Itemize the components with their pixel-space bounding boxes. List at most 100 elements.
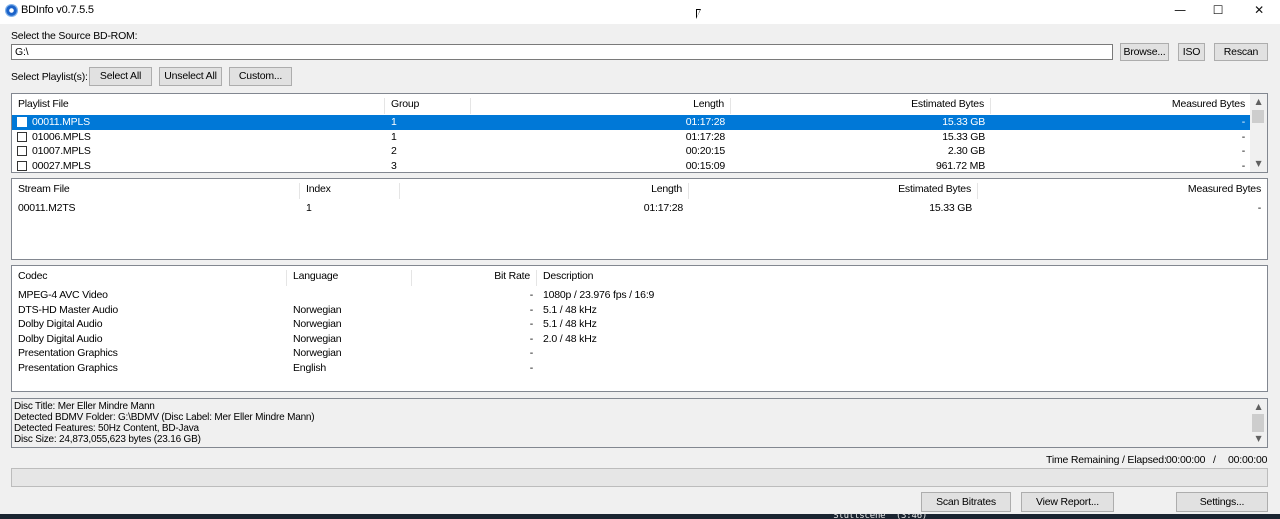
codec-table[interactable]: Codec Language Bit Rate Description MPEG… <box>11 265 1268 392</box>
codec-row[interactable]: DTS-HD Master Audio Norwegian - 5.1 / 48… <box>12 303 1267 318</box>
playlist-row[interactable]: 00011.MPLS 1 01:17:28 15.33 GB - <box>12 115 1250 130</box>
chevron-down-icon[interactable]: ▼ <box>1250 432 1267 446</box>
codec-description: 1080p / 23.976 fps / 16:9 <box>543 289 655 301</box>
playlist-group: 1 <box>391 116 397 128</box>
disc-info-textarea[interactable]: Disc Title: Mer Eller Mindre Mann Detect… <box>11 398 1268 448</box>
stream-length: 01:17:28 <box>643 202 683 214</box>
scan-bitrates-button[interactable]: Scan Bitrates <box>921 492 1011 512</box>
codec-name: MPEG-4 AVC Video <box>18 289 108 301</box>
window-title: BDInfo v0.7.5.5 <box>21 4 94 16</box>
playlist-checkbox[interactable] <box>17 131 27 142</box>
chevron-up-icon[interactable]: ▲ <box>1250 95 1267 109</box>
language-header[interactable]: Language <box>287 270 412 286</box>
scroll-thumb[interactable] <box>1252 110 1264 123</box>
scan-progress-bar <box>11 468 1268 487</box>
codec-row[interactable]: Presentation Graphics English - <box>12 361 1267 376</box>
playlist-file: 01007.MPLS <box>32 145 91 157</box>
browse-button[interactable]: Browse... <box>1120 43 1169 61</box>
minimize-button[interactable]: — <box>1160 0 1200 22</box>
codec-bit-rate: - <box>529 318 533 330</box>
codec-language: English <box>293 361 327 374</box>
unselect-all-button[interactable]: Unselect All <box>159 67 222 86</box>
codec-row[interactable]: MPEG-4 AVC Video - 1080p / 23.976 fps / … <box>12 288 1267 303</box>
stream-row[interactable]: 00011.M2TS 1 01:17:28 15.33 GB - <box>12 201 1267 216</box>
playlist-file: 00011.MPLS <box>32 116 90 128</box>
playlist-checkbox[interactable] <box>17 117 27 127</box>
length-header[interactable]: Length <box>471 98 731 114</box>
bit-rate-header[interactable]: Bit Rate <box>412 270 537 286</box>
playlist-row[interactable]: 01006.MPLS 1 01:17:28 15.33 GB - <box>12 130 1250 145</box>
stream-measured-bytes: - <box>1257 202 1261 214</box>
codec-name: Presentation Graphics <box>18 361 118 374</box>
playlist-measured-bytes: - <box>1241 116 1245 128</box>
select-all-button[interactable]: Select All <box>89 67 152 86</box>
time-remaining-value: 00:00:00 <box>1166 454 1206 466</box>
playlist-scrollbar[interactable]: ▲ ▼ <box>1250 94 1267 172</box>
playlist-row[interactable]: 01007.MPLS 2 00:20:15 2.30 GB - <box>12 144 1250 159</box>
rescan-button[interactable]: Rescan <box>1214 43 1268 61</box>
stream-index: 1 <box>306 202 312 214</box>
description-header[interactable]: Description <box>537 270 1249 286</box>
playlist-estimated-bytes: 961.72 MB <box>936 159 985 172</box>
time-remaining-label: Time Remaining / Elapsed: <box>1046 454 1167 466</box>
playlist-group: 2 <box>391 145 397 157</box>
playlist-checkbox[interactable] <box>17 146 27 156</box>
codec-description: 5.1 / 48 kHz <box>543 318 597 330</box>
stream-estimated-bytes-header[interactable]: Estimated Bytes <box>689 183 978 199</box>
codec-name: Dolby Digital Audio <box>18 318 103 330</box>
stream-measured-bytes-header[interactable]: Measured Bytes <box>978 183 1267 199</box>
codec-language: Norwegian <box>293 332 342 345</box>
codec-header[interactable]: Codec <box>12 270 287 286</box>
codec-description: 2.0 / 48 kHz <box>543 332 597 345</box>
playlist-length: 01:17:28 <box>685 116 725 128</box>
view-report-button[interactable]: View Report... <box>1021 492 1114 512</box>
scroll-thumb[interactable] <box>1252 414 1264 432</box>
disc-title-line: Disc Title: Mer Eller Mindre Mann <box>14 401 155 412</box>
codec-language: Norwegian <box>293 303 342 316</box>
chevron-up-icon[interactable]: ▲ <box>1250 400 1267 414</box>
playlist-table[interactable]: Playlist File Group Length Estimated Byt… <box>11 93 1268 173</box>
iso-button[interactable]: ISO <box>1178 43 1205 61</box>
time-separator: / <box>1213 454 1216 466</box>
custom-button[interactable]: Custom... <box>229 67 292 86</box>
playlist-file-header[interactable]: Playlist File <box>12 98 385 114</box>
stream-length-header[interactable]: Length <box>400 183 689 199</box>
playlist-estimated-bytes: 15.33 GB <box>942 116 985 128</box>
playlist-estimated-bytes: 15.33 GB <box>942 130 985 143</box>
codec-row[interactable]: Presentation Graphics Norwegian - <box>12 346 1267 361</box>
measured-bytes-header[interactable]: Measured Bytes <box>991 98 1251 114</box>
features-line: Detected Features: 50Hz Content, BD-Java <box>14 423 199 434</box>
codec-language: Norwegian <box>293 347 342 359</box>
codec-description: 5.1 / 48 kHz <box>543 303 597 316</box>
playlist-checkbox[interactable] <box>17 160 27 171</box>
settings-button[interactable]: Settings... <box>1176 492 1268 512</box>
codec-name: Dolby Digital Audio <box>18 332 103 345</box>
select-playlists-label: Select Playlist(s): <box>11 71 88 83</box>
mouse-cursor-icon <box>696 9 701 19</box>
stream-table[interactable]: Stream File Index Length Estimated Bytes… <box>11 178 1268 260</box>
codec-name: DTS-HD Master Audio <box>18 303 119 316</box>
codec-language: Norwegian <box>293 318 342 330</box>
maximize-button[interactable]: ☐ <box>1198 0 1238 22</box>
source-path-input[interactable]: G:\ <box>11 44 1113 60</box>
group-header[interactable]: Group <box>385 98 471 114</box>
chevron-down-icon[interactable]: ▼ <box>1250 157 1267 171</box>
playlist-row[interactable]: 00027.MPLS 3 00:15:09 961.72 MB - <box>12 159 1250 173</box>
stream-file-header[interactable]: Stream File <box>12 183 300 199</box>
playlist-file: 00027.MPLS <box>32 159 91 172</box>
codec-row[interactable]: Dolby Digital Audio Norwegian - 2.0 / 48… <box>12 332 1267 347</box>
index-header[interactable]: Index <box>300 183 400 199</box>
bdmv-folder-line: Detected BDMV Folder: G:\BDMV (Disc Labe… <box>14 412 315 423</box>
codec-bit-rate: - <box>529 303 533 316</box>
codec-bit-rate: - <box>529 361 533 374</box>
estimated-bytes-header[interactable]: Estimated Bytes <box>731 98 991 114</box>
playlist-length: 00:20:15 <box>685 145 725 157</box>
playlist-measured-bytes: - <box>1241 145 1245 157</box>
disc-info-scrollbar[interactable]: ▲ ▼ <box>1250 399 1267 447</box>
codec-row[interactable]: Dolby Digital Audio Norwegian - 5.1 / 48… <box>12 317 1267 332</box>
bdinfo-disc-icon <box>5 4 18 17</box>
background-window-text: "Sluttscene" (3:46) <box>828 513 928 519</box>
time-elapsed-value: 00:00:00 <box>1228 454 1268 466</box>
codec-bit-rate: - <box>529 332 533 345</box>
close-button[interactable]: ✕ <box>1239 0 1279 22</box>
